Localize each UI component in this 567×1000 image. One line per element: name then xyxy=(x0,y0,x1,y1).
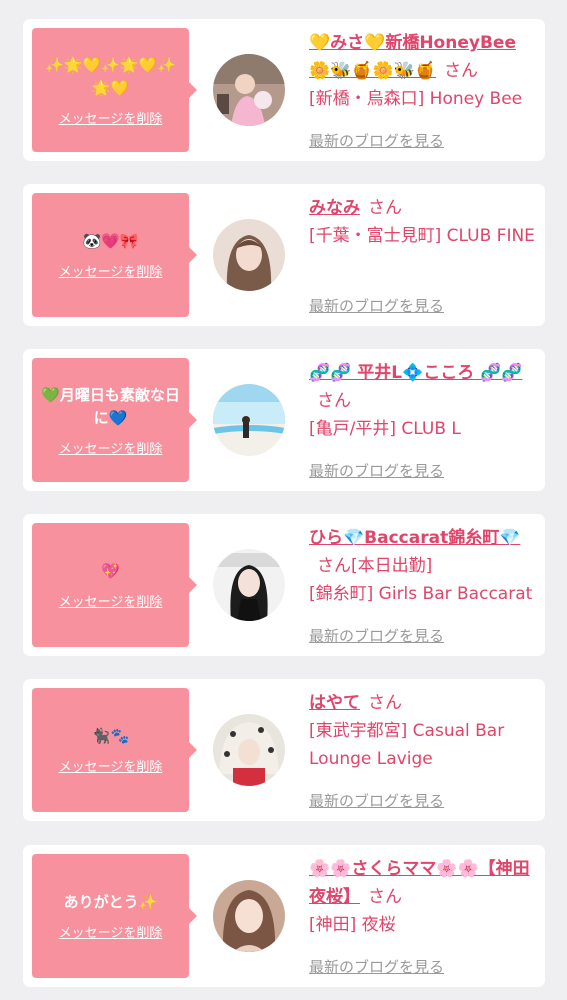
sender-name-link[interactable]: ひら💎Baccarat錦糸町💎 xyxy=(309,528,520,548)
avatar[interactable] xyxy=(213,549,285,621)
message-list: ✨🌟💛✨🌟💛✨🌟💛 メッセージを削除 💛みさ💛新橋HoneyBee🌼🐝🍯🌼🐝🍯 さ… xyxy=(0,0,567,987)
message-text: 🐈‍⬛🐾 xyxy=(91,727,130,745)
message-bubble: 🐼💗🎀 メッセージを削除 xyxy=(32,193,197,317)
message-card: 🐈‍⬛🐾 メッセージを削除 はやて さん [東武宇都宮] Casual Bar L… xyxy=(23,679,545,821)
status-text: [本日出勤] xyxy=(351,556,433,576)
shop-name: [錦糸町] Girls Bar Baccarat xyxy=(309,584,533,604)
avatar[interactable] xyxy=(213,880,285,952)
delete-message-link[interactable]: メッセージを削除 xyxy=(59,922,163,941)
message-card: 💚月曜日も素敵な日に💙 メッセージを削除 🧬🧬 平井L💠こころ 🧬🧬 さん [亀戸… xyxy=(23,349,545,491)
avatar[interactable] xyxy=(213,219,285,291)
message-card: ✨🌟💛✨🌟💛✨🌟💛 メッセージを削除 💛みさ💛新橋HoneyBee🌼🐝🍯🌼🐝🍯 さ… xyxy=(23,19,545,161)
delete-message-link[interactable]: メッセージを削除 xyxy=(59,756,163,775)
shop-name: [亀戸/平井] CLUB L xyxy=(309,419,461,439)
delete-message-link[interactable]: メッセージを削除 xyxy=(59,261,163,280)
avatar[interactable] xyxy=(213,714,285,786)
message-bubble: ✨🌟💛✨🌟💛✨🌟💛 メッセージを削除 xyxy=(32,28,197,152)
sender-name-link[interactable]: 🧬🧬 平井L💠こころ 🧬🧬 xyxy=(309,363,523,383)
sender-name-link[interactable]: 💛みさ💛新橋HoneyBee🌼🐝🍯🌼🐝🍯 xyxy=(309,33,516,81)
message-text: ✨🌟💛✨🌟💛✨🌟💛 xyxy=(45,55,176,97)
message-card: ありがとう✨ メッセージを削除 🌸🌸さくらママ🌸🌸【神田夜桜】 さん [神田] 夜… xyxy=(23,845,545,987)
shop-name: [神田] 夜桜 xyxy=(309,915,396,935)
honorific: さん xyxy=(368,693,402,713)
honorific: さん xyxy=(368,887,402,907)
delete-message-link[interactable]: メッセージを削除 xyxy=(59,438,163,457)
message-card: 💖 メッセージを削除 ひら💎Baccarat錦糸町💎 さん[本日出勤] [錦糸町]… xyxy=(23,514,545,656)
shop-name: [東武宇都宮] Casual Bar Lounge Lavige xyxy=(309,721,505,769)
sender-info: 🌸🌸さくらママ🌸🌸【神田夜桜】 さん [神田] 夜桜 xyxy=(309,855,537,939)
delete-message-link[interactable]: メッセージを削除 xyxy=(59,108,163,127)
latest-blog-link[interactable]: 最新のブログを見る xyxy=(309,130,444,151)
latest-blog-link[interactable]: 最新のブログを見る xyxy=(309,295,444,316)
message-text: 💖 xyxy=(101,562,120,580)
latest-blog-link[interactable]: 最新のブログを見る xyxy=(309,790,444,811)
avatar[interactable] xyxy=(213,384,285,456)
honorific: さん xyxy=(317,391,351,411)
shop-name: [千葉・富士見町] CLUB FINE xyxy=(309,226,535,246)
honorific: さん xyxy=(317,556,351,576)
message-text: 💚月曜日も素敵な日に💙 xyxy=(41,385,180,427)
honorific: さん xyxy=(444,61,479,81)
sender-info: 💛みさ💛新橋HoneyBee🌼🐝🍯🌼🐝🍯 さん [新橋・烏森口] Honey Be… xyxy=(309,29,537,113)
latest-blog-link[interactable]: 最新のブログを見る xyxy=(309,460,444,481)
message-bubble: 💖 メッセージを削除 xyxy=(32,523,197,647)
sender-info: ひら💎Baccarat錦糸町💎 さん[本日出勤] [錦糸町] Girls Bar … xyxy=(309,524,537,608)
message-bubble: 🐈‍⬛🐾 メッセージを削除 xyxy=(32,688,197,812)
honorific: さん xyxy=(368,198,402,218)
latest-blog-link[interactable]: 最新のブログを見る xyxy=(309,956,444,977)
latest-blog-link[interactable]: 最新のブログを見る xyxy=(309,625,444,646)
shop-name: [新橋・烏森口] Honey Bee xyxy=(309,89,523,109)
avatar[interactable] xyxy=(213,54,285,126)
sender-name-link[interactable]: 🌸🌸さくらママ🌸🌸【神田夜桜】 xyxy=(309,859,530,907)
sender-info: はやて さん [東武宇都宮] Casual Bar Lounge Lavige xyxy=(309,689,537,773)
sender-info: 🧬🧬 平井L💠こころ 🧬🧬 さん [亀戸/平井] CLUB L xyxy=(309,359,537,443)
message-text: 🐼💗🎀 xyxy=(82,232,139,250)
delete-message-link[interactable]: メッセージを削除 xyxy=(59,591,163,610)
message-card: 🐼💗🎀 メッセージを削除 みなみ さん [千葉・富士見町] CLUB FINE 最… xyxy=(23,184,545,326)
message-bubble: 💚月曜日も素敵な日に💙 メッセージを削除 xyxy=(32,358,197,482)
sender-info: みなみ さん [千葉・富士見町] CLUB FINE xyxy=(309,194,537,250)
message-text: ありがとう✨ xyxy=(63,893,158,911)
sender-name-link[interactable]: みなみ xyxy=(309,198,360,218)
message-bubble: ありがとう✨ メッセージを削除 xyxy=(32,854,197,978)
sender-name-link[interactable]: はやて xyxy=(309,693,360,713)
